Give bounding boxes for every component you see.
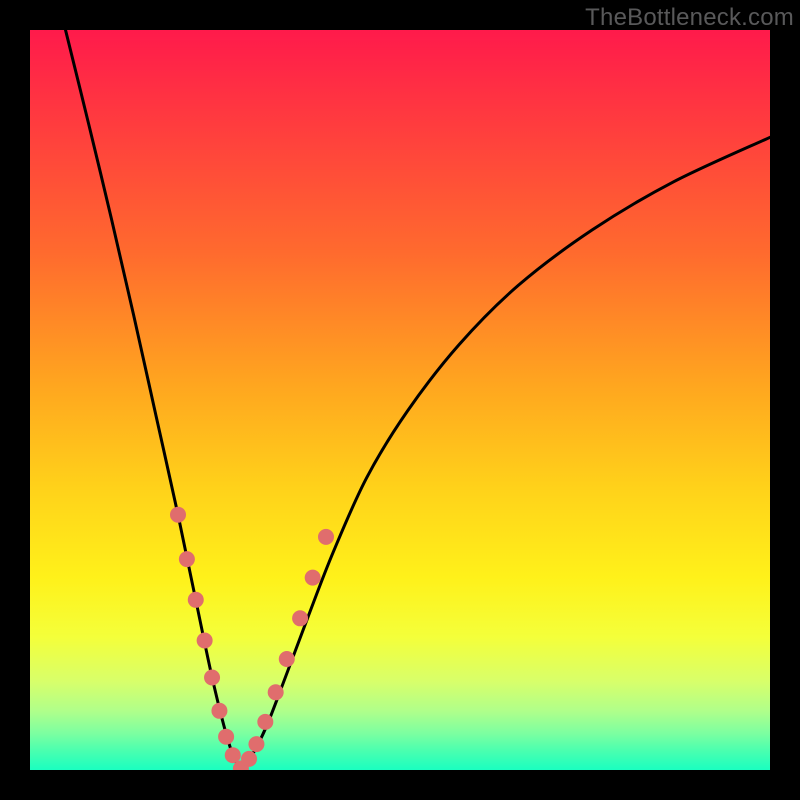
marker-point bbox=[211, 703, 227, 719]
bottleneck-curve-left-branch bbox=[66, 30, 241, 770]
marker-point bbox=[305, 570, 321, 586]
chart-container: TheBottleneck.com bbox=[0, 0, 800, 800]
marker-point bbox=[318, 529, 334, 545]
marker-point bbox=[197, 633, 213, 649]
plot-area bbox=[30, 30, 770, 770]
marker-point bbox=[257, 714, 273, 730]
marker-point bbox=[279, 651, 295, 667]
marker-point bbox=[188, 592, 204, 608]
marker-point bbox=[218, 729, 234, 745]
marker-point bbox=[292, 610, 308, 626]
marker-point bbox=[225, 747, 241, 763]
marker-point bbox=[268, 684, 284, 700]
marker-point bbox=[241, 751, 257, 767]
bottleneck-curve-right-branch bbox=[241, 137, 770, 770]
marker-point bbox=[204, 670, 220, 686]
marker-point bbox=[170, 507, 186, 523]
watermark-text: TheBottleneck.com bbox=[585, 4, 794, 32]
marker-point bbox=[248, 736, 264, 752]
curve-svg-layer bbox=[30, 30, 770, 770]
marker-point bbox=[179, 551, 195, 567]
